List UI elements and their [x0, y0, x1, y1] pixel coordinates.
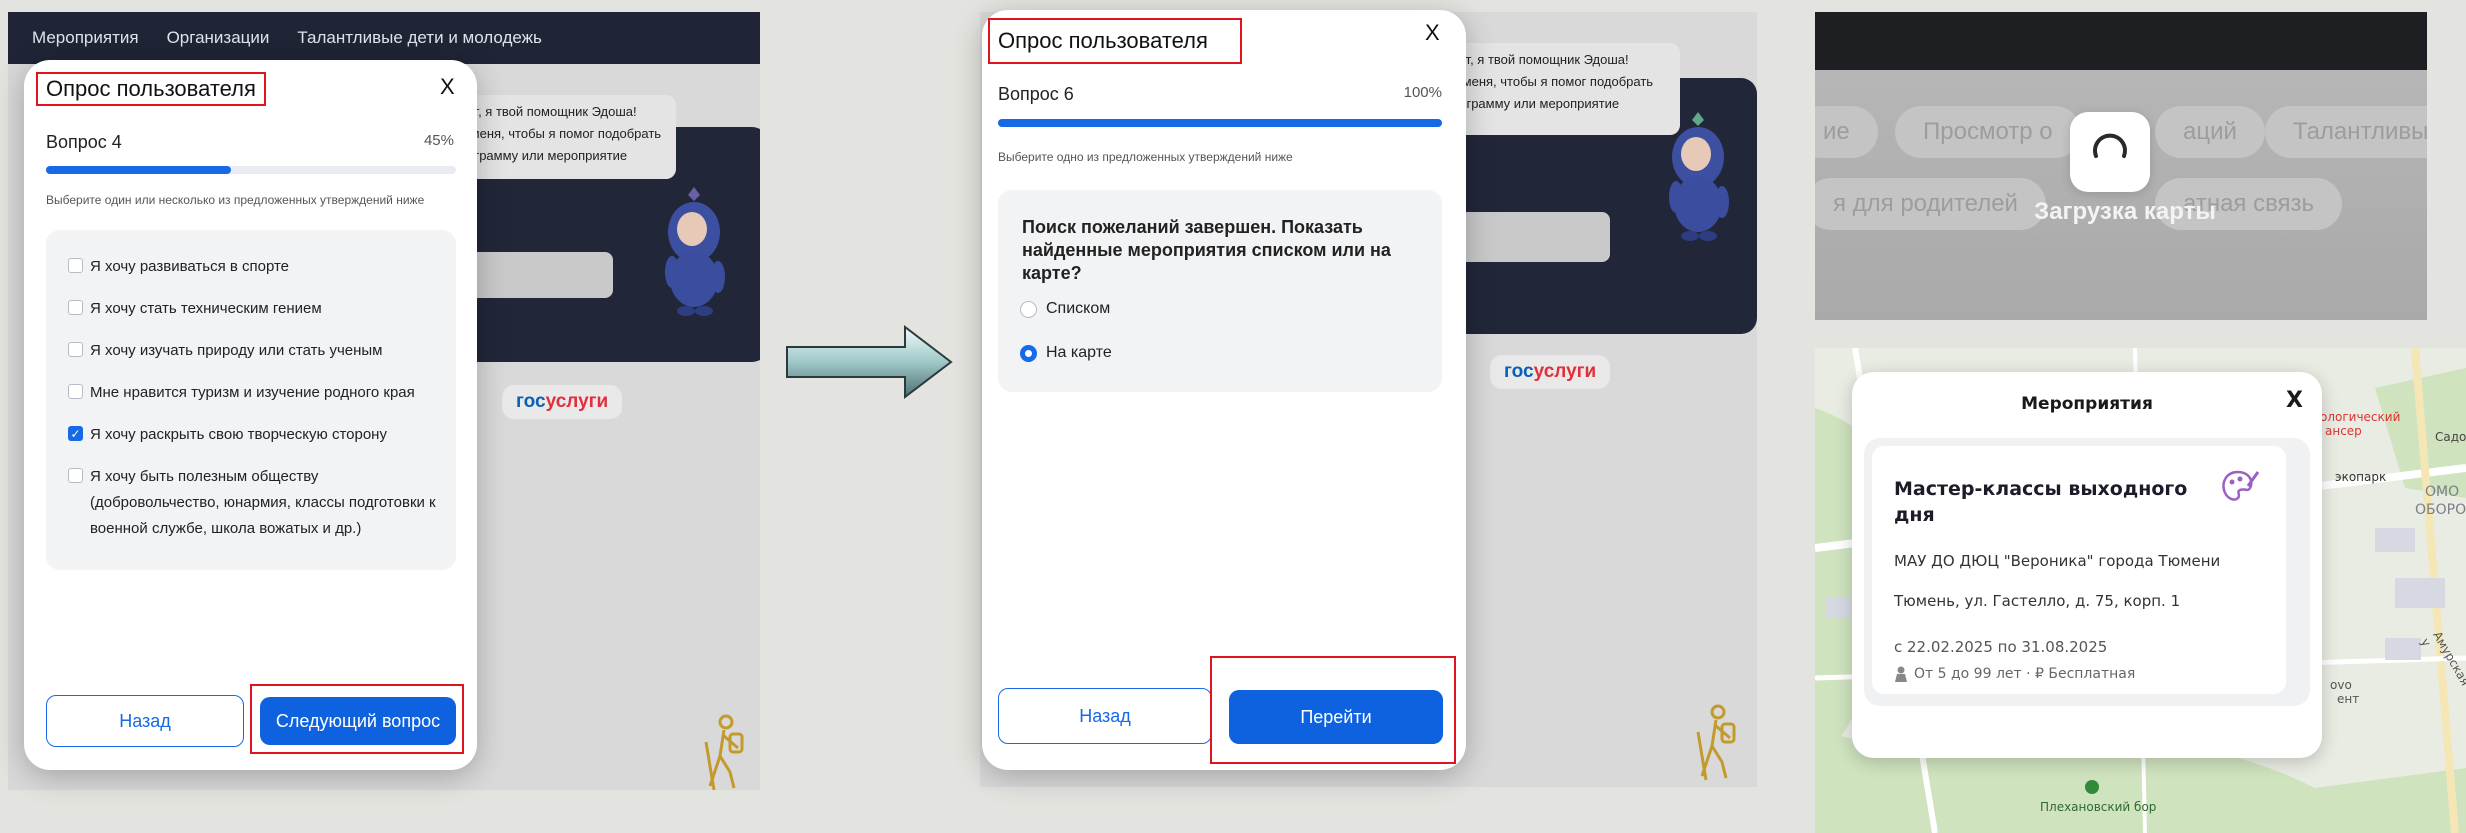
event-age-price: От 5 до 99 лет · ₽ Бесплатная [1914, 666, 2136, 682]
checkbox[interactable] [68, 258, 83, 273]
option-label-line1: Я хочу быть полезным обществу [90, 468, 319, 485]
palette-icon [2218, 466, 2262, 510]
hiker-icon [1686, 702, 1746, 782]
arrow-right-icon [785, 324, 955, 400]
progress-bar-fill [46, 166, 231, 174]
option-label-line2: (добровольчество, юнармия, классы подгот… [90, 494, 436, 511]
event-title: Мастер-классы выходного дня [1894, 476, 2187, 528]
nav-events[interactable]: Мероприятия [32, 28, 139, 48]
option-label: Я хочу раскрыть свою творческую сторону [90, 426, 387, 443]
map-label: ент [2337, 692, 2360, 706]
back-button[interactable]: Назад [998, 688, 1212, 744]
modal-title: Опрос пользователя [36, 72, 266, 106]
top-navigation: Мероприятия Организации Талантливые дети… [8, 12, 760, 64]
gosuslugi-logo[interactable]: госуслуги [1490, 355, 1611, 389]
close-icon[interactable]: X [1425, 20, 1440, 46]
progress-bar-fill [998, 119, 1442, 127]
question-number: Вопрос 6 [998, 84, 1074, 104]
assistant-mascot-icon [1652, 112, 1742, 242]
assistant-mascot-icon [648, 187, 738, 317]
event-dates: с 22.02.2025 по 31.08.2025 [1894, 638, 2108, 656]
events-panel: Мероприятия X Мастер-классы выходного дн… [1852, 372, 2322, 758]
highlight-go-button [1210, 656, 1456, 764]
event-address: Тюмень, ул. Гастелло, д. 75, корп. 1 [1894, 592, 2181, 610]
close-icon[interactable]: X [440, 74, 455, 100]
instruction-text: Выберите одно из предложенных утверждени… [998, 150, 1293, 164]
nav-chip[interactable]: аций [2155, 106, 2265, 158]
map-loading-screen: ие Просмотр о аций Талантливые я для род… [1815, 12, 2427, 320]
back-button[interactable]: Назад [46, 695, 244, 747]
progress-bar [998, 119, 1442, 127]
option-label-line3: военной службе, школа вожатых и др.) [90, 520, 362, 537]
question-number: Вопрос 4 [46, 132, 122, 152]
map-label: ovo [2330, 678, 2352, 692]
map-label: ОМО [2425, 484, 2460, 500]
progress-percent: 45% [423, 132, 454, 149]
map-label: Садо [2435, 430, 2466, 444]
question-card: Поиск пожеланий завершен. Показать найде… [998, 190, 1442, 392]
assistant-speech-bubble: вет, я твой помощник Эдоша! я меня, чтоб… [448, 95, 676, 179]
survey-modal-q6: Опрос пользователя X Вопрос 6 100% Выбер… [982, 10, 1466, 770]
map-label: Плехановский бор [2040, 800, 2157, 814]
map-view[interactable]: ологический ансер экопарк Садо ОБОРО ОМО… [1815, 348, 2466, 833]
event-title-line: Мастер-классы выходного [1894, 478, 2188, 500]
option-label: Мне нравится туризм и изучение родного к… [90, 384, 415, 401]
close-icon[interactable]: X [2286, 388, 2303, 413]
event-card[interactable]: Мастер-классы выходного дня МАУ ДО ДЮЦ "… [1864, 438, 2310, 706]
nav-chip[interactable]: Талантливые [2265, 106, 2427, 158]
checkbox-checked[interactable]: ✓ [68, 426, 83, 441]
gosuslugi-logo[interactable]: госуслуги [502, 385, 623, 419]
park-pin-icon [2085, 780, 2099, 794]
highlight-next-button [250, 684, 464, 754]
progress-bar [46, 166, 456, 174]
map-label: ОБОРО [2415, 502, 2466, 518]
option-label: Я хочу развиваться в спорте [90, 258, 290, 275]
options-list: Я хочу развиваться в спорте Я хочу стать… [46, 230, 456, 570]
checkbox[interactable] [68, 384, 83, 399]
modal-title: Опрос пользователя [988, 18, 1242, 64]
nav-talented-youth[interactable]: Талантливые дети и молодежь [297, 28, 542, 48]
instruction-text: Выберите один или несколько из предложен… [46, 193, 425, 207]
nav-chip[interactable]: Просмотр о [1895, 106, 2081, 158]
survey-modal-q4: Опрос пользователя X Вопрос 4 45% Выбери… [24, 60, 477, 770]
option-label: На карте [1046, 344, 1112, 361]
option-label: Я хочу стать техническим гением [90, 300, 322, 317]
prompt-line: Поиск пожеланий завершен. Показать [1022, 217, 1363, 237]
checkbox[interactable] [68, 468, 83, 483]
nav-organizations[interactable]: Организации [167, 28, 270, 48]
assistant-speech-bubble: вет, я твой помощник Эдоша! я меня, чтоб… [1440, 43, 1680, 135]
hiker-icon [694, 712, 754, 790]
question-prompt: Поиск пожеланий завершен. Показать найде… [1022, 216, 1391, 285]
loading-spinner-icon [2070, 112, 2150, 192]
progress-percent: 100% [1403, 84, 1442, 101]
nav-chip[interactable]: ие [1815, 106, 1878, 158]
prompt-line: найденные мероприятия списком или на [1022, 240, 1391, 260]
radio-button-selected[interactable] [1020, 345, 1037, 362]
map-label: экопарк [2335, 470, 2387, 484]
map-label: ансер [2325, 424, 2362, 438]
event-title-line: дня [1894, 504, 1935, 526]
loading-text: Загрузка карты [2034, 198, 2216, 225]
option-label: Я хочу изучать природу или стать ученым [90, 342, 383, 359]
checkbox[interactable] [68, 300, 83, 315]
person-icon [1894, 666, 1908, 682]
events-panel-title: Мероприятия [2021, 394, 2153, 414]
map-label: ологический [2320, 410, 2401, 424]
option-label: Списком [1046, 300, 1111, 317]
loading-topbar [1815, 12, 2427, 70]
radio-button[interactable] [1020, 301, 1037, 318]
prompt-line: карте? [1022, 263, 1082, 283]
event-organization: МАУ ДО ДЮЦ "Вероника" города Тюмени [1894, 552, 2221, 570]
checkbox[interactable] [68, 342, 83, 357]
